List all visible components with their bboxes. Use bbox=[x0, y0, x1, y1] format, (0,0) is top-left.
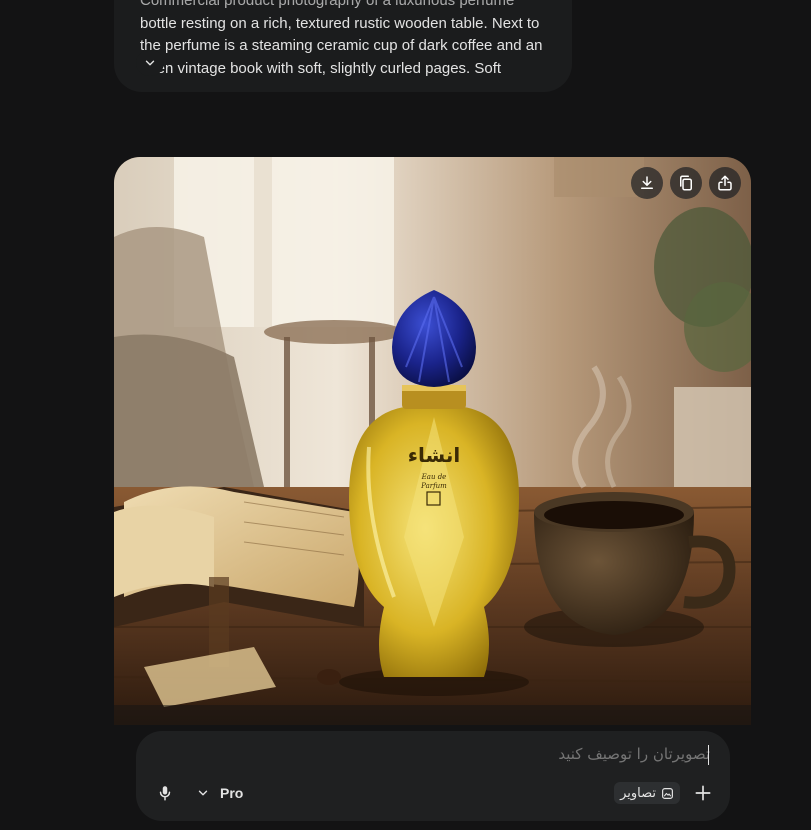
prompt-line: Commercial product photography of a luxu… bbox=[140, 0, 515, 9]
prompt-input[interactable] bbox=[310, 745, 710, 763]
mic-button[interactable] bbox=[150, 778, 180, 808]
prompt-line: bottle resting on a rich, textured rusti… bbox=[140, 14, 540, 32]
download-icon bbox=[641, 176, 653, 189]
share-button[interactable] bbox=[709, 167, 741, 199]
plus-icon bbox=[695, 785, 711, 801]
image-actions bbox=[631, 167, 741, 199]
images-tool-chip[interactable]: تصاویر bbox=[614, 782, 680, 804]
images-chip-label: تصاویر bbox=[620, 785, 656, 801]
prompt-composer: Pro تصاویر bbox=[136, 731, 730, 821]
share-icon bbox=[718, 175, 732, 191]
chat-page: Commercial product photography of a luxu… bbox=[0, 0, 811, 830]
bottle-brand-text: انشاء bbox=[408, 443, 460, 467]
perfume-scene-image: انشاء Eau de Parfum bbox=[114, 157, 751, 725]
chevron-down-icon bbox=[145, 60, 155, 66]
user-prompt-text: Commercial product photography of a luxu… bbox=[140, 0, 560, 80]
expand-prompt-button[interactable] bbox=[136, 50, 164, 76]
prompt-line: the perfume is a steaming ceramic cup of… bbox=[140, 37, 543, 54]
mic-icon bbox=[159, 786, 171, 801]
bottle-label-line2: Parfum bbox=[420, 482, 447, 490]
prompt-line: open vintage book with soft, slightly cu… bbox=[140, 59, 502, 77]
bottle-label-line1: Eau de bbox=[421, 473, 447, 481]
copy-button[interactable] bbox=[670, 167, 702, 199]
text-caret bbox=[708, 745, 709, 765]
image-icon bbox=[662, 787, 673, 799]
download-button[interactable] bbox=[631, 167, 663, 199]
composer-toolbar: Pro تصاویر bbox=[150, 779, 718, 807]
add-button[interactable] bbox=[688, 778, 718, 808]
model-label: Pro bbox=[220, 785, 244, 801]
model-selector[interactable]: Pro bbox=[196, 779, 243, 807]
user-prompt-bubble: Commercial product photography of a luxu… bbox=[114, 0, 572, 92]
copy-icon bbox=[680, 175, 692, 191]
generated-image[interactable]: انشاء Eau de Parfum bbox=[114, 157, 751, 725]
chevron-down-icon bbox=[198, 790, 208, 796]
